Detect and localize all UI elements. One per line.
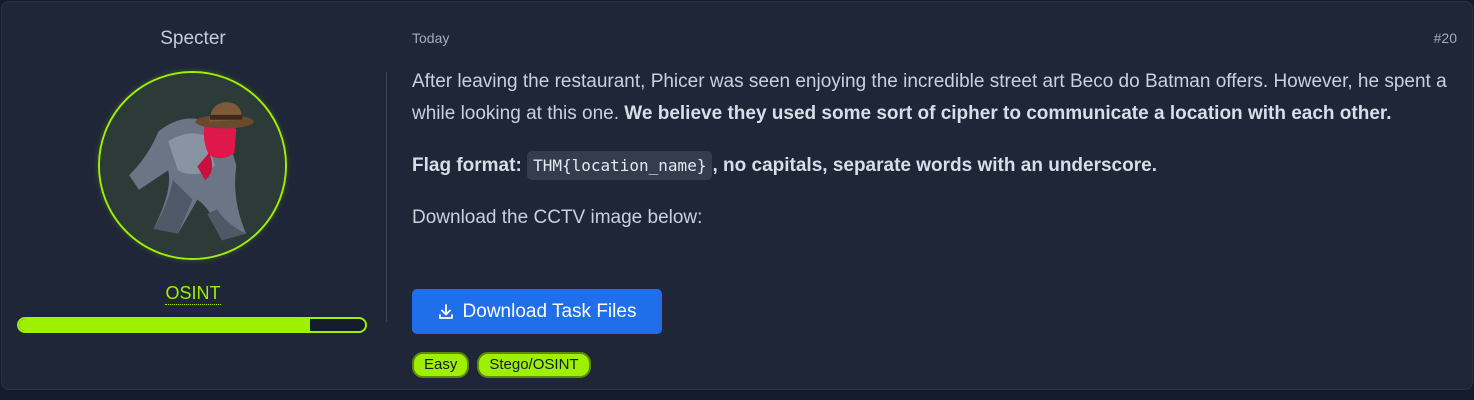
avatar bbox=[98, 71, 287, 260]
flag-code: THM{location_name} bbox=[527, 151, 713, 180]
tag-category[interactable]: Stego/OSINT bbox=[477, 352, 591, 378]
progress-bar bbox=[17, 317, 367, 333]
tag-list: Easy Stego/OSINT bbox=[412, 352, 591, 378]
download-task-files-button[interactable]: Download Task Files bbox=[412, 289, 662, 334]
tag-difficulty[interactable]: Easy bbox=[412, 352, 470, 378]
download-icon bbox=[438, 303, 453, 319]
avatar-illustration bbox=[100, 73, 285, 258]
post-date: Today bbox=[412, 30, 450, 46]
paragraph-intro: After leaving the restaurant, Phicer was… bbox=[412, 66, 1467, 130]
author-panel: Specter OSINT bbox=[2, 2, 386, 389]
download-button-label: Download Task Files bbox=[462, 300, 637, 322]
task-description: After leaving the restaurant, Phicer was… bbox=[412, 66, 1467, 234]
divider bbox=[386, 72, 387, 322]
task-card: Specter OSINT Today #20 After leaving th… bbox=[1, 1, 1473, 390]
intro-bold-text: We believe they used some sort of cipher… bbox=[624, 103, 1392, 124]
category-label[interactable]: OSINT bbox=[2, 283, 384, 305]
flag-format-label: Flag format: bbox=[412, 155, 522, 176]
author-name: Specter bbox=[160, 28, 226, 49]
post-number: #20 bbox=[1433, 30, 1457, 46]
flag-format-rest: , no capitals, separate words with an un… bbox=[712, 155, 1157, 176]
paragraph-download: Download the CCTV image below: bbox=[412, 207, 703, 228]
progress-fill bbox=[19, 319, 310, 331]
paragraph-flag-format: Flag format: THM{location_name}, no capi… bbox=[412, 150, 1467, 182]
